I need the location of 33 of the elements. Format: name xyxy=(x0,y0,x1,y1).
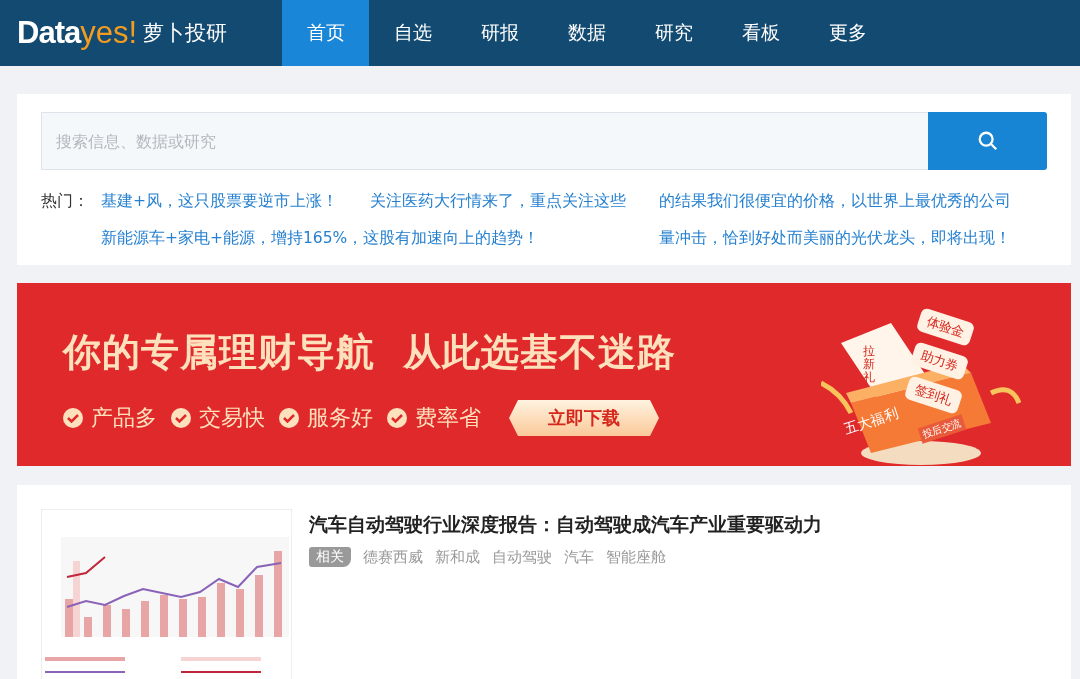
keyword-link[interactable]: 德赛西威 xyxy=(363,547,423,567)
hot-topic-link[interactable]: 的结果我们很便宜的价格，以世界上最优秀的公司 xyxy=(659,189,1011,214)
keyword-link[interactable]: 智能座舱 xyxy=(606,547,666,567)
keyword-link[interactable]: 汽车 xyxy=(564,547,594,567)
hot-topic-link[interactable]: 基建+风，这只股票要逆市上涨！ xyxy=(101,189,370,214)
banner-headline: 你的专属理财导航 从此选基不迷路 xyxy=(63,329,677,376)
logo-text: yes! xyxy=(80,15,138,51)
gift-card: 体验金 xyxy=(915,307,976,347)
hot-topic-link[interactable]: 新能源车+家电+能源，增持165%，这股有加速向上的趋势！ xyxy=(101,226,659,251)
report-title[interactable]: 汽车自动驾驶行业深度报告：自动驾驶成汽车产业重要驱动力 xyxy=(309,512,822,537)
nav-tab[interactable]: 研究 xyxy=(630,0,717,66)
banner-feature: 交易快 xyxy=(199,404,265,432)
gift-box-label: 五大福利 xyxy=(841,404,901,440)
nav-tab[interactable]: 更多 xyxy=(804,0,891,66)
logo-text: Data xyxy=(17,15,81,51)
nav-tab[interactable]: 自选 xyxy=(369,0,456,66)
hot-topic-link[interactable]: 量冲击，恰到好处而美丽的光伏龙头，即将出现！ xyxy=(659,226,1011,251)
nav-tab[interactable]: 看板 xyxy=(717,0,804,66)
nav-tab[interactable]: 研报 xyxy=(456,0,543,66)
banner-feature: 产品多 xyxy=(91,404,157,432)
banner-feature: 费率省 xyxy=(415,404,481,432)
nav-tab[interactable]: 数据 xyxy=(543,0,630,66)
banner-feature: 服务好 xyxy=(307,404,373,432)
related-tag: 相关 xyxy=(309,547,351,567)
logo-name: 萝卜投研 xyxy=(143,20,228,47)
search-field[interactable]: 搜索信息、数据或研究 xyxy=(41,112,928,170)
gift-note: 拉新礼 xyxy=(863,345,875,385)
keyword-link[interactable]: 新和成 xyxy=(435,547,480,567)
download-button[interactable]: 立即下载 xyxy=(509,400,659,436)
hot-topic-link[interactable]: 关注医药大行情来了，重点关注这些 xyxy=(370,189,659,214)
keyword-link[interactable]: 自动驾驶 xyxy=(492,547,552,567)
hot-label: 热门： xyxy=(41,191,90,212)
nav-tab[interactable]: 首页 xyxy=(282,0,369,66)
